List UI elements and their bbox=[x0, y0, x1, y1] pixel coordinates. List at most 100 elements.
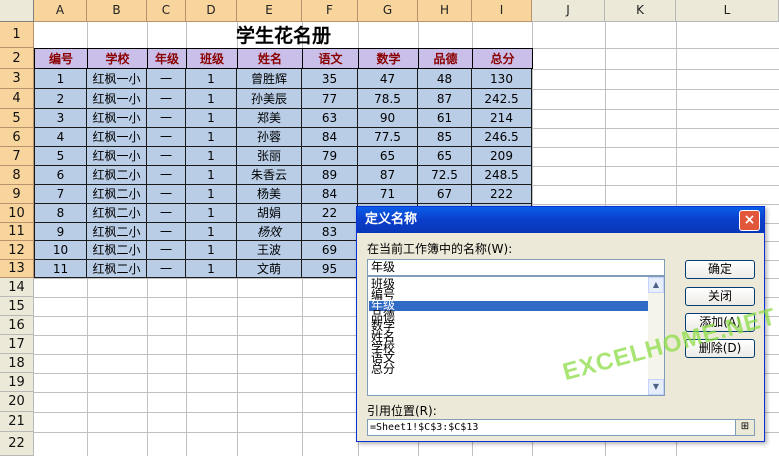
row-header-10[interactable]: 10 bbox=[0, 204, 34, 223]
row-header-3[interactable]: 3 bbox=[0, 69, 34, 89]
names-listbox[interactable]: 班级 编号 年级 品德 数学 姓名 学校 语文 总分 ▲ ▼ bbox=[367, 276, 665, 396]
column-header-I[interactable]: I bbox=[472, 0, 532, 22]
table-cell[interactable]: 77.5 bbox=[358, 128, 418, 147]
table-cell[interactable]: 10 bbox=[34, 241, 87, 260]
table-cell[interactable]: 一 bbox=[147, 223, 186, 241]
table-cell[interactable]: 8 bbox=[34, 204, 87, 223]
table-cell[interactable]: 1 bbox=[186, 166, 237, 185]
table-cell[interactable]: 红枫一小 bbox=[87, 128, 147, 147]
table-cell[interactable]: 一 bbox=[147, 69, 186, 89]
table-cell[interactable]: 72.5 bbox=[418, 166, 472, 185]
table-cell[interactable]: 孙美辰 bbox=[237, 89, 302, 109]
table-cell[interactable]: 红枫二小 bbox=[87, 260, 147, 278]
column-header-B[interactable]: B bbox=[87, 0, 147, 22]
table-cell[interactable]: 130 bbox=[472, 69, 532, 89]
header-cell[interactable]: 品德 bbox=[418, 48, 473, 69]
table-cell[interactable]: 65 bbox=[358, 147, 418, 166]
row-header-16[interactable]: 16 bbox=[0, 316, 34, 335]
table-cell[interactable]: 248.5 bbox=[472, 166, 532, 185]
row-header-11[interactable]: 11 bbox=[0, 223, 34, 241]
table-cell[interactable]: 1 bbox=[186, 89, 237, 109]
row-header-14[interactable]: 14 bbox=[0, 278, 34, 297]
table-cell[interactable]: 77 bbox=[302, 89, 358, 109]
table-cell[interactable]: 一 bbox=[147, 166, 186, 185]
table-cell[interactable]: 曾胜辉 bbox=[237, 69, 302, 89]
table-cell[interactable]: 1 bbox=[186, 260, 237, 278]
scroll-down-icon[interactable]: ▼ bbox=[648, 379, 664, 395]
header-cell[interactable]: 数学 bbox=[358, 48, 419, 69]
table-cell[interactable]: 红枫一小 bbox=[87, 109, 147, 128]
table-cell[interactable]: 红枫二小 bbox=[87, 223, 147, 241]
table-cell[interactable]: 7 bbox=[34, 185, 87, 204]
table-cell[interactable]: 2 bbox=[34, 89, 87, 109]
table-cell[interactable]: 1 bbox=[186, 69, 237, 89]
table-cell[interactable]: 6 bbox=[34, 166, 87, 185]
table-cell[interactable]: 9 bbox=[34, 223, 87, 241]
row-header-20[interactable]: 20 bbox=[0, 392, 34, 412]
table-cell[interactable]: 3 bbox=[34, 109, 87, 128]
table-cell[interactable]: 48 bbox=[418, 69, 472, 89]
table-cell[interactable]: 红枫一小 bbox=[87, 69, 147, 89]
select-all-corner[interactable] bbox=[0, 0, 34, 22]
list-item[interactable]: 总分 bbox=[371, 363, 395, 375]
row-header-7[interactable]: 7 bbox=[0, 147, 34, 166]
close-button[interactable]: 关闭 bbox=[685, 287, 755, 306]
dialog-titlebar[interactable]: 定义名称 × bbox=[357, 207, 764, 233]
row-header-4[interactable]: 4 bbox=[0, 89, 34, 109]
table-cell[interactable]: 一 bbox=[147, 260, 186, 278]
sheet-title[interactable]: 学生花名册 bbox=[34, 22, 533, 48]
table-cell[interactable]: 郑美 bbox=[237, 109, 302, 128]
header-cell[interactable]: 年级 bbox=[147, 48, 187, 69]
table-cell[interactable]: 61 bbox=[418, 109, 472, 128]
table-cell[interactable]: 67 bbox=[418, 185, 472, 204]
table-cell[interactable]: 一 bbox=[147, 128, 186, 147]
table-cell[interactable]: 红枫二小 bbox=[87, 241, 147, 260]
table-cell[interactable]: 文萌 bbox=[237, 260, 302, 278]
table-cell[interactable]: 杨美 bbox=[237, 185, 302, 204]
row-header-21[interactable]: 21 bbox=[0, 412, 34, 432]
row-header-5[interactable]: 5 bbox=[0, 109, 34, 128]
table-cell[interactable]: 78.5 bbox=[358, 89, 418, 109]
table-cell[interactable]: 一 bbox=[147, 241, 186, 260]
column-header-J[interactable]: J bbox=[532, 0, 605, 22]
column-header-D[interactable]: D bbox=[186, 0, 237, 22]
table-cell[interactable]: 71 bbox=[358, 185, 418, 204]
row-header-15[interactable]: 15 bbox=[0, 297, 34, 316]
column-header-G[interactable]: G bbox=[358, 0, 418, 22]
table-cell[interactable]: 69 bbox=[302, 241, 358, 260]
table-cell[interactable]: 1 bbox=[186, 109, 237, 128]
table-cell[interactable]: 杨效 bbox=[237, 223, 302, 241]
table-cell[interactable]: 1 bbox=[186, 241, 237, 260]
row-header-2[interactable]: 2 bbox=[0, 48, 34, 69]
close-icon[interactable]: × bbox=[739, 210, 760, 231]
table-cell[interactable]: 95 bbox=[302, 260, 358, 278]
table-cell[interactable]: 胡娟 bbox=[237, 204, 302, 223]
table-cell[interactable]: 84 bbox=[302, 185, 358, 204]
ok-button[interactable]: 确定 bbox=[685, 260, 755, 279]
table-cell[interactable]: 246.5 bbox=[472, 128, 532, 147]
table-cell[interactable]: 84 bbox=[302, 128, 358, 147]
name-input[interactable]: 年级 bbox=[367, 259, 665, 276]
table-cell[interactable]: 红枫二小 bbox=[87, 166, 147, 185]
header-cell[interactable]: 编号 bbox=[34, 48, 88, 69]
column-header-E[interactable]: E bbox=[237, 0, 302, 22]
table-cell[interactable]: 90 bbox=[358, 109, 418, 128]
table-cell[interactable]: 5 bbox=[34, 147, 87, 166]
column-header-K[interactable]: K bbox=[605, 0, 676, 22]
column-header-L[interactable]: L bbox=[676, 0, 779, 22]
row-header-19[interactable]: 19 bbox=[0, 373, 34, 392]
header-cell[interactable]: 姓名 bbox=[237, 48, 303, 69]
row-header-6[interactable]: 6 bbox=[0, 128, 34, 147]
row-header-9[interactable]: 9 bbox=[0, 185, 34, 204]
table-cell[interactable]: 35 bbox=[302, 69, 358, 89]
table-cell[interactable]: 一 bbox=[147, 109, 186, 128]
row-header-1[interactable]: 1 bbox=[0, 22, 34, 48]
row-header-18[interactable]: 18 bbox=[0, 354, 34, 373]
table-cell[interactable]: 红枫二小 bbox=[87, 204, 147, 223]
table-cell[interactable]: 一 bbox=[147, 204, 186, 223]
table-cell[interactable]: 一 bbox=[147, 147, 186, 166]
ref-input[interactable]: =Sheet1!$C$3:$C$13 bbox=[367, 419, 743, 436]
table-cell[interactable]: 85 bbox=[418, 128, 472, 147]
table-cell[interactable]: 47 bbox=[358, 69, 418, 89]
column-header-F[interactable]: F bbox=[302, 0, 358, 22]
